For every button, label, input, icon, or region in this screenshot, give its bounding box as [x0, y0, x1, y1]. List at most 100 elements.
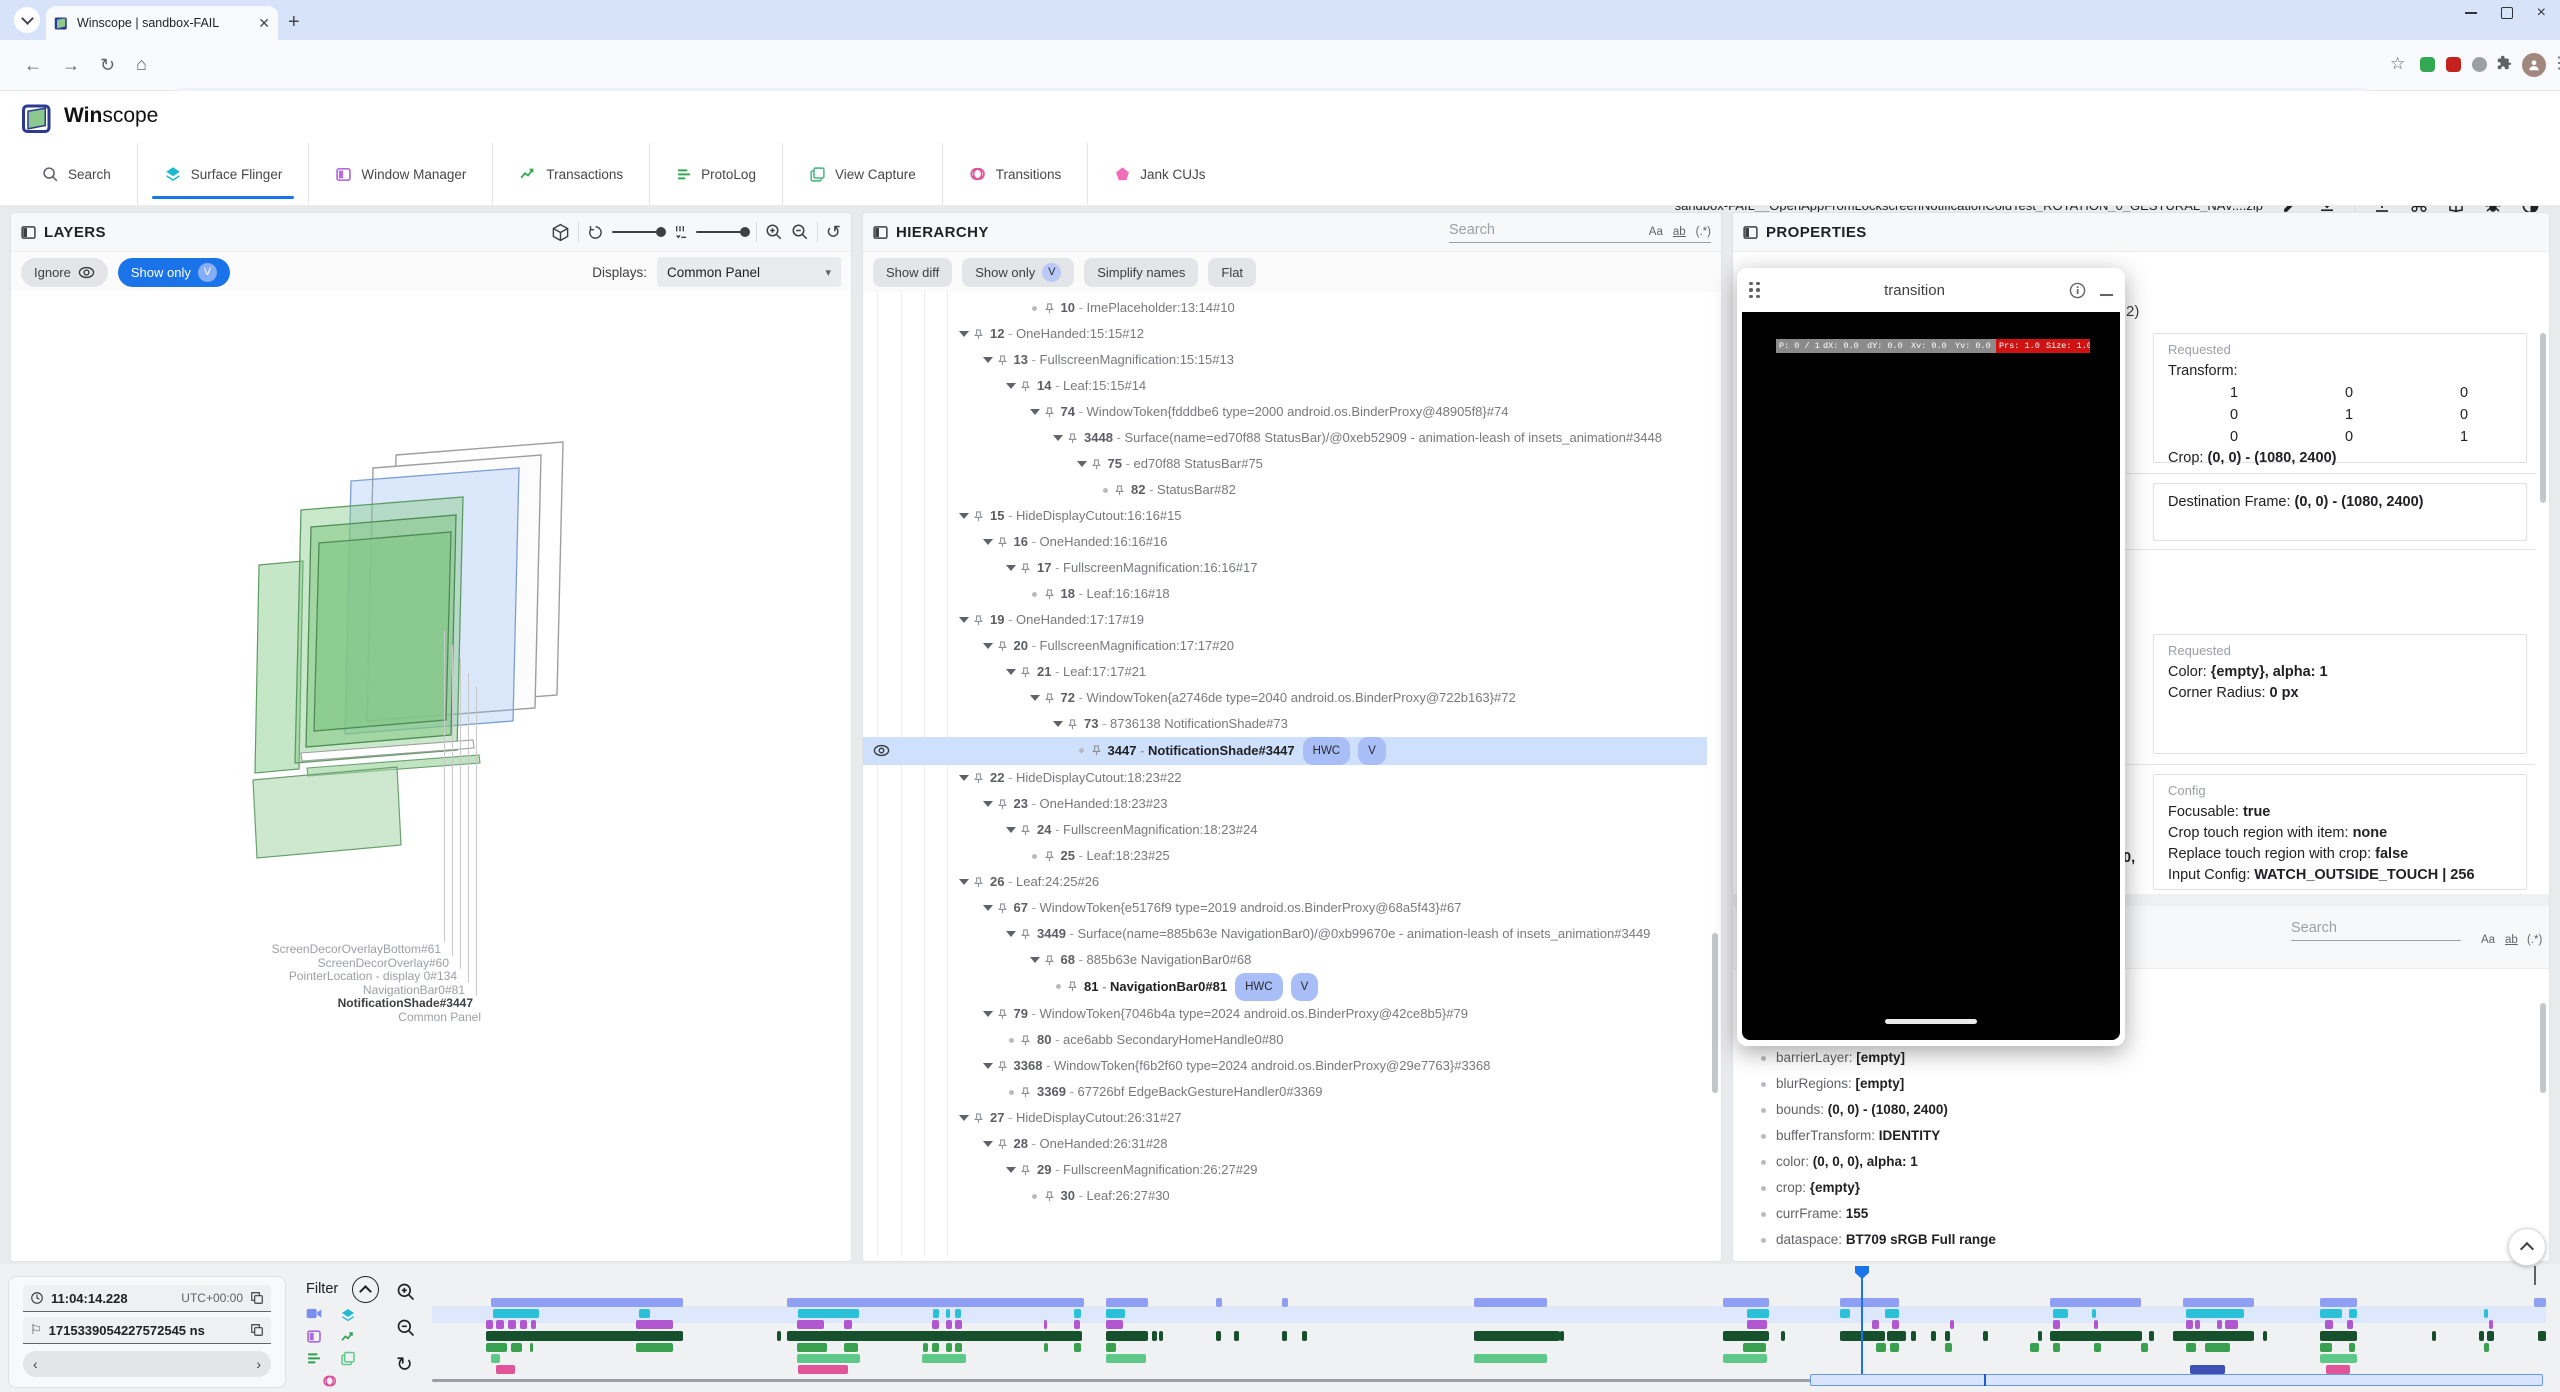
tree-node-29[interactable]: 29 - FullscreenMagnification:26:27#29: [863, 1157, 1707, 1183]
expand-arrow-icon[interactable]: [983, 539, 993, 545]
protolog-track-segment[interactable]: [2094, 1343, 2101, 1352]
view-capture-track-segment[interactable]: [491, 1354, 500, 1363]
show-diff-toggle[interactable]: Show diff: [873, 258, 952, 287]
expand-arrow-icon[interactable]: [983, 357, 993, 363]
transactions-track-segment[interactable]: [2263, 1331, 2267, 1341]
pin-icon[interactable]: [1044, 1183, 1061, 1209]
pin-icon[interactable]: [1067, 425, 1084, 451]
tree-node-19[interactable]: 19 - OneHanded:17:17#19: [863, 607, 1707, 633]
tab-window-manager[interactable]: Window Manager: [308, 143, 492, 205]
back-icon[interactable]: ←: [24, 55, 42, 76]
transitions-track-segment[interactable]: [798, 1365, 848, 1374]
protolog-track-segment[interactable]: [1743, 1343, 1766, 1352]
transactions-track-segment[interactable]: [1474, 1331, 1560, 1341]
pin-icon[interactable]: [1044, 399, 1061, 425]
transitions-track-segment[interactable]: [2190, 1365, 2225, 1374]
pin-icon[interactable]: [1020, 1157, 1037, 1183]
surface-flinger-track-segment[interactable]: [798, 1309, 859, 1318]
pin-icon[interactable]: [1020, 555, 1037, 581]
window-manager-track-segment[interactable]: [946, 1320, 952, 1329]
properties-scrollbar[interactable]: [2540, 1003, 2546, 1093]
surface-flinger-track-segment[interactable]: [2349, 1309, 2357, 1318]
window-manager-track-segment[interactable]: [486, 1320, 493, 1329]
transitions-track-segment[interactable]: [496, 1365, 515, 1374]
transactions-track-segment[interactable]: [1931, 1331, 1936, 1341]
protolog-track-segment[interactable]: [1945, 1343, 1952, 1352]
window-manager-track-segment[interactable]: [2186, 1320, 2193, 1329]
transactions-track-segment[interactable]: [1216, 1331, 1221, 1341]
reset-zoom-icon[interactable]: ↻: [396, 1352, 413, 1377]
transactions-track-segment[interactable]: [2487, 1331, 2494, 1341]
transactions-track-segment[interactable]: [1282, 1331, 1287, 1341]
human-time-field[interactable]: 11:04:14.228 UTC+00:00: [23, 1285, 271, 1312]
expand-arrow-icon[interactable]: [959, 617, 969, 623]
surface-flinger-icon[interactable]: [340, 1306, 356, 1322]
protolog-track-segment[interactable]: [844, 1343, 858, 1352]
view-capture-track-segment[interactable]: [1474, 1354, 1547, 1363]
eye-icon[interactable]: [873, 744, 890, 760]
tree-node-30[interactable]: 30 - Leaf:26:27#30: [863, 1183, 1707, 1209]
displays-dropdown[interactable]: Common Panel▾: [657, 257, 841, 287]
pin-icon[interactable]: [1020, 817, 1037, 843]
3d-view-icon[interactable]: [551, 223, 570, 242]
tree-node-3448[interactable]: 3448 - Surface(name=ed70f88 StatusBar)/@…: [863, 425, 1707, 451]
timeline-overview-track[interactable]: [432, 1379, 1814, 1382]
window-manager-track-segment[interactable]: [2195, 1320, 2200, 1329]
view-capture-track-segment[interactable]: [797, 1354, 860, 1363]
expand-arrow-icon[interactable]: [983, 1141, 993, 1147]
view-capture-track-segment[interactable]: [922, 1354, 966, 1363]
surface-flinger-track-segment[interactable]: [955, 1309, 961, 1318]
protolog-track-segment[interactable]: [1890, 1343, 1899, 1352]
surface-flinger-track-segment[interactable]: [2484, 1309, 2488, 1318]
property-bufferTransform[interactable]: bufferTransform: IDENTITY: [1757, 1123, 2533, 1149]
rotation-slider[interactable]: [612, 231, 664, 233]
transactions-track-segment[interactable]: [1302, 1331, 1307, 1341]
pin-icon[interactable]: [1044, 685, 1061, 711]
protolog-track-segment[interactable]: [955, 1343, 962, 1352]
pin-icon[interactable]: [997, 1001, 1014, 1027]
protolog-track-segment[interactable]: [636, 1343, 673, 1352]
tree-node-68[interactable]: 68 - 885b63e NavigationBar0#68: [863, 947, 1707, 973]
protolog-track-segment[interactable]: [2030, 1343, 2039, 1352]
protolog-track-segment[interactable]: [1106, 1343, 1116, 1352]
screen-recording-track-segment[interactable]: [1106, 1298, 1148, 1307]
tree-node-28[interactable]: 28 - OneHanded:26:31#28: [863, 1131, 1707, 1157]
info-icon[interactable]: [2069, 282, 2086, 299]
window-manager-track-segment[interactable]: [2325, 1320, 2333, 1329]
ns-time-field[interactable]: ⚐ 1715339054227572545 ns: [23, 1317, 271, 1344]
window-manager-track-segment[interactable]: [1872, 1320, 1879, 1329]
transactions-track-segment[interactable]: [1781, 1331, 1785, 1341]
pin-icon[interactable]: [997, 1053, 1014, 1079]
timeline-viewport-range[interactable]: [1810, 1374, 2543, 1386]
simplify-names-toggle[interactable]: Simplify names: [1084, 258, 1198, 287]
expand-arrow-icon[interactable]: [959, 513, 969, 519]
view-capture-track-segment[interactable]: [1723, 1354, 1767, 1363]
protolog-track-segment[interactable]: [2484, 1343, 2489, 1352]
transactions-track-segment[interactable]: [1723, 1331, 1769, 1341]
hierarchy-search-input[interactable]: Search Aa ab (.*): [1449, 222, 1711, 243]
minimize-dialog-icon[interactable]: [2100, 294, 2113, 296]
pin-icon[interactable]: [997, 633, 1014, 659]
properties-search-input[interactable]: Search: [2291, 920, 2461, 941]
pin-icon[interactable]: [997, 347, 1014, 373]
transactions-track-segment[interactable]: [2038, 1331, 2042, 1341]
tree-node-73[interactable]: 73 - 8736138 NotificationShade#73: [863, 711, 1707, 737]
surface-flinger-track-segment[interactable]: [1747, 1309, 1769, 1318]
surface-flinger-track-segment[interactable]: [2053, 1309, 2068, 1318]
pin-icon[interactable]: [1020, 373, 1037, 399]
expand-arrow-icon[interactable]: [1006, 565, 1016, 571]
surface-flinger-track-segment[interactable]: [639, 1309, 650, 1318]
property-blurRegions[interactable]: blurRegions: [empty]: [1757, 1071, 2533, 1097]
surface-flinger-track-segment[interactable]: [933, 1309, 939, 1318]
tree-node-82[interactable]: 82 - StatusBar#82: [863, 477, 1707, 503]
tree-node-80[interactable]: 80 - ace6abb SecondaryHomeHandle0#80: [863, 1027, 1707, 1053]
copy-icon[interactable]: [250, 1291, 264, 1305]
expand-arrow-icon[interactable]: [1077, 461, 1087, 467]
extension-icon[interactable]: [2472, 57, 2487, 72]
expand-arrow-icon[interactable]: [1030, 957, 1040, 963]
transactions-track-segment[interactable]: [486, 1331, 683, 1341]
transactions-track-segment[interactable]: [2538, 1331, 2546, 1341]
next-frame-icon[interactable]: ›: [256, 1356, 261, 1372]
pin-icon[interactable]: [1044, 843, 1061, 869]
property-dataspace[interactable]: dataspace: BT709 sRGB Full range: [1757, 1227, 2533, 1253]
